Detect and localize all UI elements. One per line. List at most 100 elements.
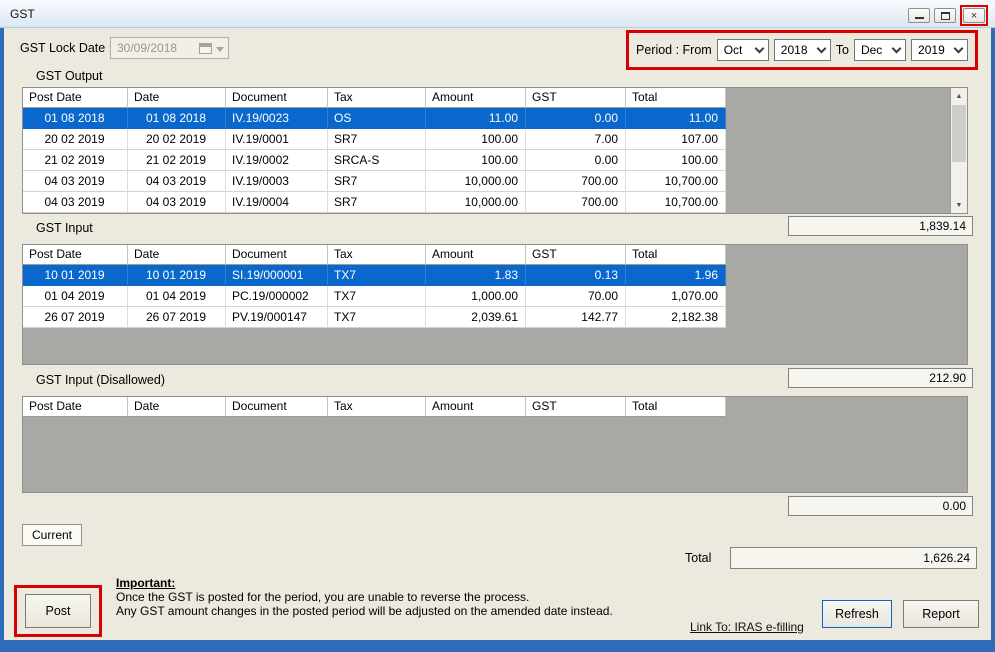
cell[interactable]: 100.00 bbox=[426, 129, 526, 150]
from-month-select[interactable]: Oct bbox=[716, 39, 769, 61]
table-row[interactable]: 26 07 2019 26 07 2019 PV.19/000147 TX7 2,039… bbox=[23, 307, 967, 328]
cell[interactable]: 0.00 bbox=[526, 150, 626, 171]
maximize-button[interactable] bbox=[934, 8, 956, 23]
column-header-date[interactable]: Date bbox=[128, 245, 226, 265]
cell[interactable]: IV.19/0001 bbox=[226, 129, 328, 150]
cell[interactable]: PV.19/000147 bbox=[226, 307, 328, 328]
column-header-amount[interactable]: Amount bbox=[426, 88, 526, 108]
tab-current[interactable]: Current bbox=[22, 524, 83, 546]
iras-link[interactable]: Link To: IRAS e-filling bbox=[690, 620, 804, 634]
cell[interactable]: 01 04 2019 bbox=[23, 286, 128, 307]
column-header-post-date[interactable]: Post Date bbox=[23, 88, 128, 108]
column-header-document[interactable]: Document bbox=[226, 88, 328, 108]
cell[interactable]: 107.00 bbox=[626, 129, 726, 150]
cell[interactable]: 11.00 bbox=[626, 108, 726, 129]
cell[interactable]: 0.13 bbox=[526, 265, 626, 286]
cell[interactable]: 04 03 2019 bbox=[23, 192, 128, 213]
table-row[interactable]: 04 03 2019 04 03 2019 IV.19/0003 SR7 10,000.… bbox=[23, 171, 967, 192]
cell[interactable]: SR7 bbox=[328, 192, 426, 213]
table-row[interactable]: 21 02 2019 21 02 2019 IV.19/0002 SRCA-S 100.… bbox=[23, 150, 967, 171]
column-header-post-date[interactable]: Post Date bbox=[23, 397, 128, 417]
cell[interactable]: IV.19/0002 bbox=[226, 150, 328, 171]
cell[interactable]: TX7 bbox=[328, 286, 426, 307]
scroll-up-icon[interactable]: ▲ bbox=[951, 88, 967, 104]
cell[interactable]: 04 03 2019 bbox=[128, 171, 226, 192]
column-header-gst[interactable]: GST bbox=[526, 245, 626, 265]
cell[interactable]: 7.00 bbox=[526, 129, 626, 150]
cell[interactable]: 11.00 bbox=[426, 108, 526, 129]
cell[interactable]: 21 02 2019 bbox=[23, 150, 128, 171]
to-month-select[interactable]: Dec bbox=[853, 39, 907, 61]
cell[interactable]: 1.96 bbox=[626, 265, 726, 286]
cell[interactable]: 01 08 2018 bbox=[128, 108, 226, 129]
cell[interactable]: 04 03 2019 bbox=[128, 192, 226, 213]
cell[interactable]: 20 02 2019 bbox=[128, 129, 226, 150]
post-button[interactable]: Post bbox=[25, 594, 91, 628]
gst-input-grid[interactable]: Post Date Date Document Tax Amount GST Total 10… bbox=[22, 244, 968, 365]
column-header-date[interactable]: Date bbox=[128, 88, 226, 108]
cell[interactable]: TX7 bbox=[328, 265, 426, 286]
gst-disallowed-grid[interactable]: Post Date Date Document Tax Amount GST Total bbox=[22, 396, 968, 493]
cell[interactable]: SR7 bbox=[328, 171, 426, 192]
column-header-total[interactable]: Total bbox=[626, 88, 726, 108]
scroll-thumb[interactable] bbox=[952, 105, 966, 162]
gst-output-grid[interactable]: ▲ ▼ Post Date Date Document Tax Amount GST Tot… bbox=[22, 87, 968, 214]
cell[interactable]: 700.00 bbox=[526, 171, 626, 192]
cell[interactable]: IV.19/0004 bbox=[226, 192, 328, 213]
cell[interactable]: 1,070.00 bbox=[626, 286, 726, 307]
cell[interactable]: 26 07 2019 bbox=[128, 307, 226, 328]
column-header-tax[interactable]: Tax bbox=[328, 397, 426, 417]
cell[interactable]: OS bbox=[328, 108, 426, 129]
cell[interactable]: 70.00 bbox=[526, 286, 626, 307]
column-header-total[interactable]: Total bbox=[626, 397, 726, 417]
column-header-document[interactable]: Document bbox=[226, 397, 328, 417]
cell[interactable]: 100.00 bbox=[626, 150, 726, 171]
close-button[interactable]: × bbox=[963, 8, 985, 23]
cell[interactable]: 142.77 bbox=[526, 307, 626, 328]
cell[interactable]: 100.00 bbox=[426, 150, 526, 171]
cell[interactable]: 1.83 bbox=[426, 265, 526, 286]
cell[interactable]: 10 01 2019 bbox=[128, 265, 226, 286]
column-header-total[interactable]: Total bbox=[626, 245, 726, 265]
cell[interactable]: 04 03 2019 bbox=[23, 171, 128, 192]
cell[interactable]: 10 01 2019 bbox=[23, 265, 128, 286]
vertical-scrollbar[interactable]: ▲ ▼ bbox=[950, 88, 967, 213]
scroll-down-icon[interactable]: ▼ bbox=[951, 197, 967, 213]
cell[interactable]: 0.00 bbox=[526, 108, 626, 129]
column-header-amount[interactable]: Amount bbox=[426, 397, 526, 417]
cell[interactable]: 26 07 2019 bbox=[23, 307, 128, 328]
cell[interactable]: SR7 bbox=[328, 129, 426, 150]
column-header-amount[interactable]: Amount bbox=[426, 245, 526, 265]
cell[interactable]: 2,039.61 bbox=[426, 307, 526, 328]
table-row[interactable]: 04 03 2019 04 03 2019 IV.19/0004 SR7 10,000.… bbox=[23, 192, 967, 213]
table-row[interactable]: 01 04 2019 01 04 2019 PC.19/000002 TX7 1,000… bbox=[23, 286, 967, 307]
column-header-tax[interactable]: Tax bbox=[328, 245, 426, 265]
cell[interactable]: 10,700.00 bbox=[626, 171, 726, 192]
refresh-button[interactable]: Refresh bbox=[822, 600, 892, 628]
gst-lock-date-field[interactable]: 30/09/2018 bbox=[110, 37, 229, 59]
from-year-select[interactable]: 2018 bbox=[773, 39, 831, 61]
cell[interactable]: 20 02 2019 bbox=[23, 129, 128, 150]
minimize-button[interactable] bbox=[908, 8, 930, 23]
cell[interactable]: 21 02 2019 bbox=[128, 150, 226, 171]
report-button[interactable]: Report bbox=[903, 600, 979, 628]
cell[interactable]: SRCA-S bbox=[328, 150, 426, 171]
cell[interactable]: SI.19/000001 bbox=[226, 265, 328, 286]
column-header-document[interactable]: Document bbox=[226, 245, 328, 265]
column-header-date[interactable]: Date bbox=[128, 397, 226, 417]
cell[interactable]: 01 04 2019 bbox=[128, 286, 226, 307]
cell[interactable]: 01 08 2018 bbox=[23, 108, 128, 129]
cell[interactable]: 10,700.00 bbox=[626, 192, 726, 213]
cell[interactable]: 10,000.00 bbox=[426, 192, 526, 213]
cell[interactable]: TX7 bbox=[328, 307, 426, 328]
cell[interactable]: 700.00 bbox=[526, 192, 626, 213]
cell[interactable]: PC.19/000002 bbox=[226, 286, 328, 307]
cell[interactable]: 10,000.00 bbox=[426, 171, 526, 192]
table-row[interactable]: 20 02 2019 20 02 2019 IV.19/0001 SR7 100.00 7… bbox=[23, 129, 967, 150]
column-header-gst[interactable]: GST bbox=[526, 397, 626, 417]
cell[interactable]: IV.19/0003 bbox=[226, 171, 328, 192]
cell[interactable]: 1,000.00 bbox=[426, 286, 526, 307]
column-header-post-date[interactable]: Post Date bbox=[23, 245, 128, 265]
to-year-select[interactable]: 2019 bbox=[911, 39, 969, 61]
cell[interactable]: IV.19/0023 bbox=[226, 108, 328, 129]
